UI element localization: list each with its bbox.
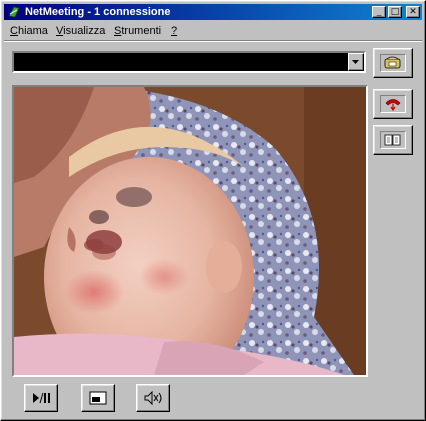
play-pause-icon — [30, 389, 52, 407]
menu-help-mnemonic: ? — [171, 25, 178, 37]
menu-chiama[interactable]: Chiama — [10, 24, 48, 38]
menu-strumenti-label: trumenti — [121, 25, 162, 37]
minimize-button[interactable]: _ — [372, 6, 386, 18]
hang-up-icon — [385, 99, 401, 111]
volume-button[interactable] — [136, 384, 170, 412]
picture-in-picture-button[interactable] — [81, 384, 115, 412]
menu-strumenti[interactable]: Strumenti — [114, 24, 161, 38]
hang-up-button[interactable] — [373, 89, 413, 119]
close-button[interactable]: ✕ — [406, 6, 420, 18]
place-call-button-frame — [380, 54, 406, 72]
menu-chiama-label: hiama — [17, 25, 48, 37]
hang-up-button-frame — [380, 95, 406, 113]
video-frame-image — [14, 87, 366, 375]
address-combobox[interactable] — [12, 51, 366, 73]
directory-book-icon — [384, 134, 401, 146]
place-call-icon — [384, 56, 401, 69]
speaker-volume-icon — [144, 390, 162, 406]
menu-help[interactable]: ? — [171, 24, 177, 38]
dropdown-arrow-button[interactable] — [348, 53, 364, 71]
window-title: NetMeeting - 1 connessione — [25, 6, 171, 18]
menu-separator — [4, 40, 422, 42]
menu-visualizza[interactable]: Visualizza — [56, 24, 105, 38]
netmeeting-icon[interactable] — [7, 5, 21, 19]
chevron-down-icon — [352, 60, 359, 64]
picture-in-picture-icon — [89, 391, 107, 405]
menu-chiama-mnemonic: C — [10, 25, 18, 37]
menu-bar: Chiama Visualizza Strumenti ? — [4, 22, 422, 40]
place-call-button[interactable] — [373, 48, 413, 78]
menu-visualizza-label: isualizza — [63, 25, 106, 37]
directory-button[interactable] — [373, 125, 413, 155]
directory-button-frame — [380, 131, 406, 149]
title-bar[interactable]: NetMeeting - 1 connessione _ □ ✕ — [4, 4, 422, 20]
play-pause-button[interactable] — [24, 384, 58, 412]
netmeeting-window: NetMeeting - 1 connessione _ □ ✕ Chiama … — [0, 0, 426, 421]
maximize-button[interactable]: □ — [388, 6, 402, 18]
video-window — [12, 85, 368, 377]
